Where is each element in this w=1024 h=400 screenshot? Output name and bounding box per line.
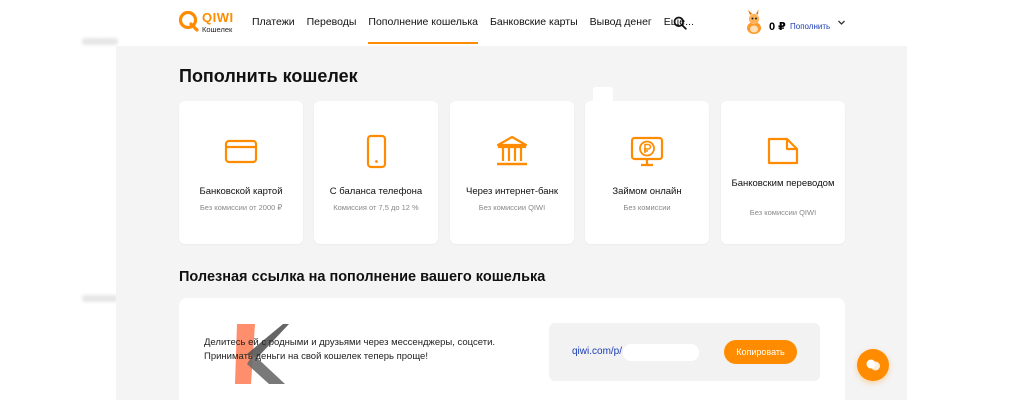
avatar-icon[interactable] [743,9,765,35]
faded-side-text [82,38,118,45]
copy-button[interactable]: Копировать [724,340,797,364]
decorative-tab [593,87,613,101]
method-label: С баланса телефона [329,186,423,197]
method-label: Банковским переводом [731,178,835,189]
nav-bank-cards[interactable]: Банковские карты [490,0,578,46]
logo-word: QIWI [202,10,234,25]
share-text-line: Принимать деньги на свой кошелек теперь … [204,351,428,362]
chat-icon [866,359,880,371]
faded-side-text [82,295,118,302]
nav-withdraw[interactable]: Вывод денег [590,0,652,46]
method-sub: Без комиссии [623,203,671,212]
method-sub: Без комиссии QIWI [749,208,817,217]
method-card-bank-card[interactable]: Банковской картой Без комиссии от 2000 ₽ [179,101,303,244]
qiwi-logo-icon [178,10,199,32]
qiwi-logo[interactable]: QIWI Кошелек [178,9,238,39]
share-link-field[interactable] [623,344,699,361]
method-label: Займом онлайн [612,186,682,197]
credit-card-icon [224,139,258,164]
logo-subtitle: Кошелек [202,25,233,34]
method-card-internet-bank[interactable]: Через интернет-банк Без комиссии QIWI [450,101,574,244]
topup-link[interactable]: Пополнить [790,22,830,31]
bank-icon [496,135,528,166]
document-icon [767,137,799,165]
nav-transfers[interactable]: Переводы [307,0,357,46]
share-section-title: Полезная ссылка на пополнение вашего кош… [179,269,546,285]
share-link-url[interactable]: qiwi.com/p/ [572,346,622,357]
header: QIWI Кошелек Платежи Переводы Пополнение… [0,0,1024,46]
main-nav: Платежи Переводы Пополнение кошелька Бан… [252,0,706,46]
share-text-line: Делитесь ей с родными и друзьями через м… [204,337,496,348]
wallet-balance: 0 ₽ [769,21,786,33]
monitor-ruble-icon [630,136,664,167]
topup-methods: Банковской картой Без комиссии от 2000 ₽… [179,101,845,244]
page-title: Пополнить кошелек [179,66,358,86]
share-link-box: qiwi.com/p/ Копировать [549,323,820,381]
share-description: Делитесь ей с родными и друзьями через м… [204,336,495,364]
method-sub: Комиссия от 7,5 до 12 % [333,203,419,212]
method-card-phone-balance[interactable]: С баланса телефона Комиссия от 7,5 до 12… [314,101,438,244]
method-label: Банковской картой [199,186,283,197]
smartphone-icon [366,134,387,169]
nav-wallet-topup[interactable]: Пополнение кошелька [368,0,478,46]
search-icon[interactable] [673,16,687,30]
method-sub: Без комиссии от 2000 ₽ [199,203,283,212]
share-link-card: Делитесь ей с родными и друзьями через м… [179,298,845,400]
chat-button[interactable] [857,349,889,381]
method-card-online-loan[interactable]: Займом онлайн Без комиссии [585,101,709,244]
method-sub: Без комиссии QIWI [478,203,546,212]
method-label: Через интернет-банк [466,186,558,197]
method-card-bank-transfer[interactable]: Банковским переводом Без комиссии QIWI [721,101,845,244]
nav-payments[interactable]: Платежи [252,0,295,46]
chevron-down-icon[interactable] [837,18,846,27]
